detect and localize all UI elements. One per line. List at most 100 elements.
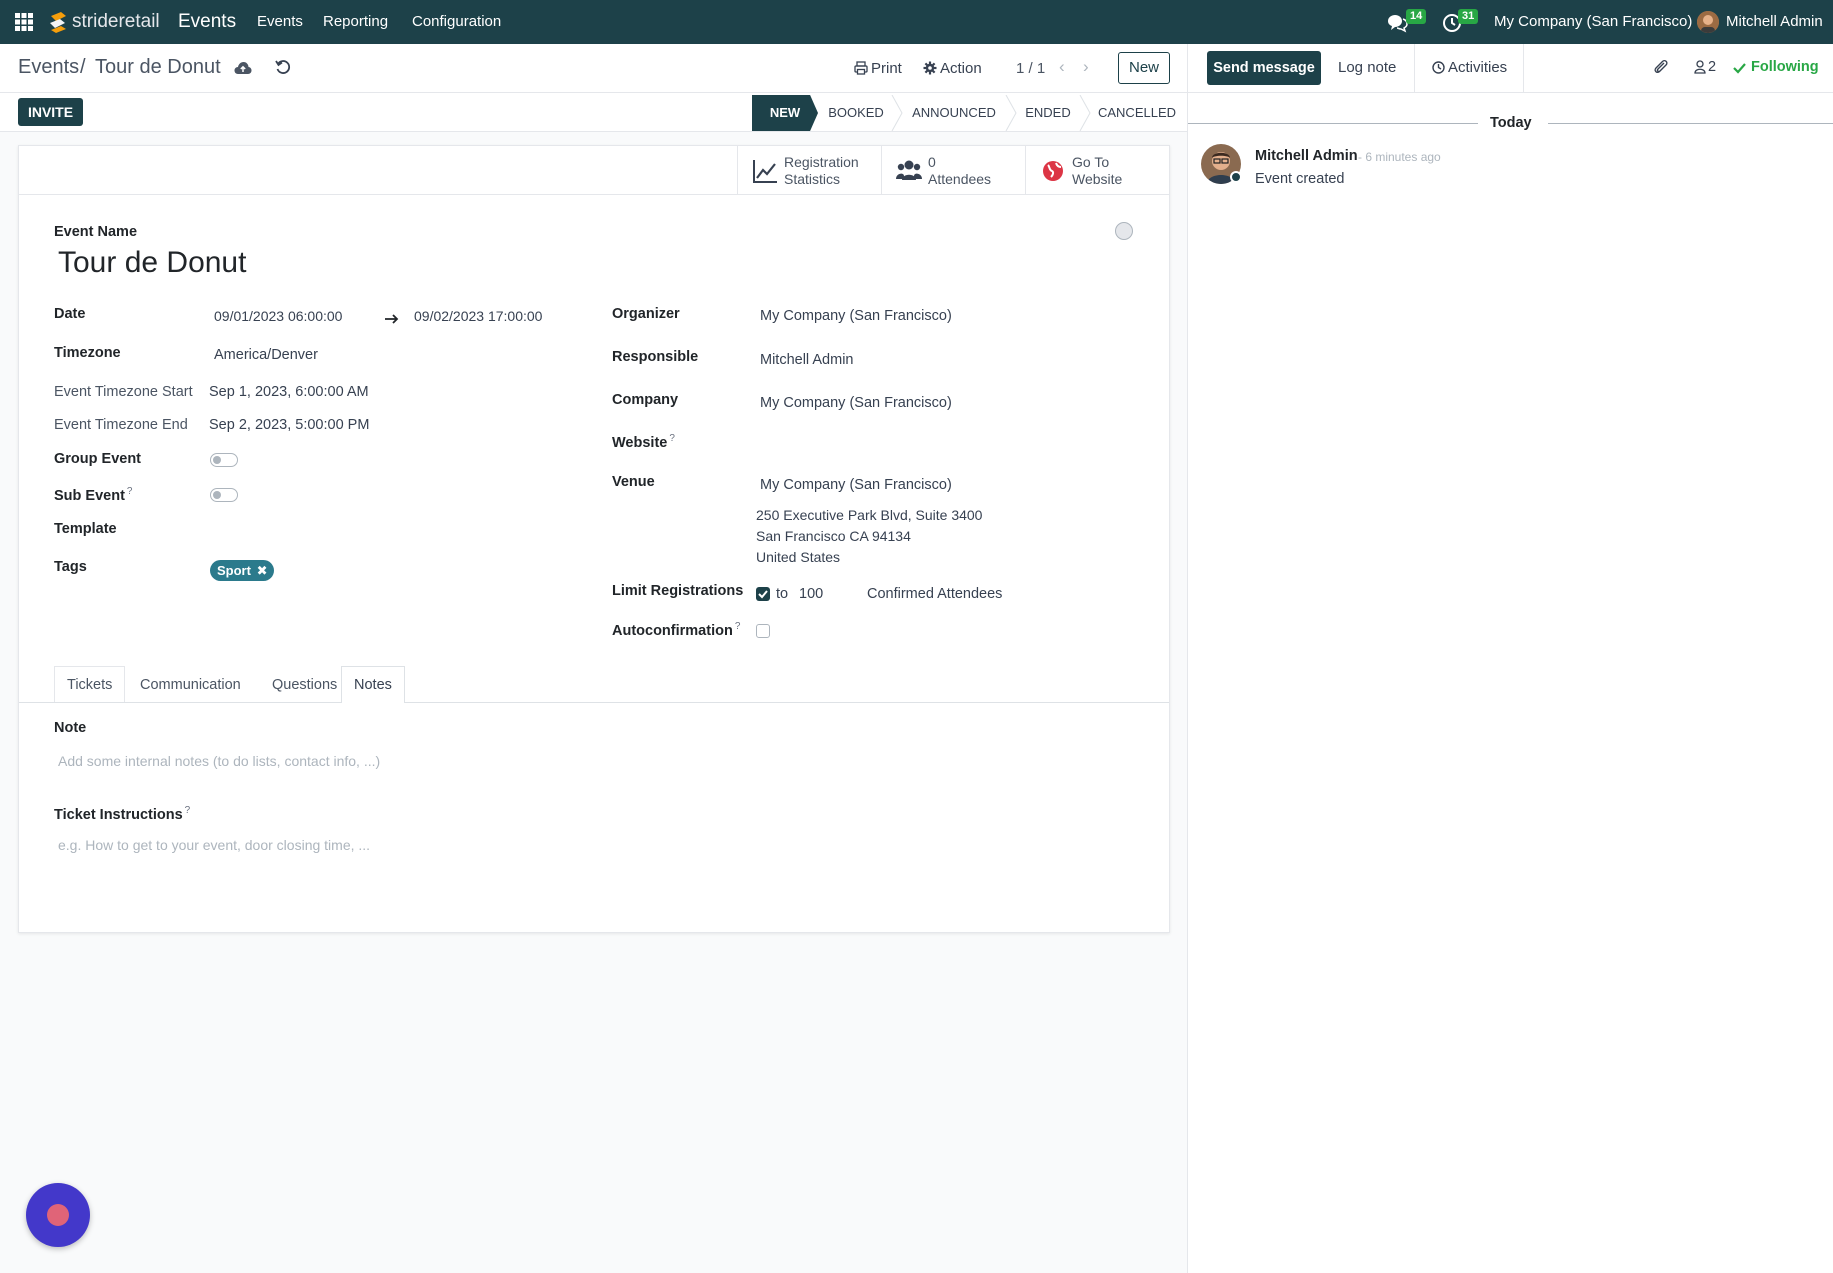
user-avatar[interactable]: [1697, 11, 1719, 33]
print-icon[interactable]: [854, 61, 868, 75]
users-icon: [896, 158, 922, 184]
breadcrumb-parent[interactable]: Events: [18, 56, 79, 79]
sub-event-toggle[interactable]: [210, 488, 238, 502]
sub-event-label: Sub Event?: [54, 486, 132, 504]
pager-next-chevron-icon[interactable]: ›: [1083, 57, 1089, 77]
form-sheet: Registration Statistics 0 Attendees Go T…: [18, 145, 1170, 933]
stats-label-1: Registration: [784, 154, 859, 170]
responsible-label: Responsible: [612, 349, 699, 365]
app-grid-icon[interactable]: [14, 12, 34, 32]
followers-count[interactable]: 2: [1708, 59, 1716, 75]
stage-new[interactable]: NEW: [752, 95, 818, 131]
tab-tickets[interactable]: Tickets: [54, 666, 126, 702]
tab-questions[interactable]: Questions: [259, 666, 350, 702]
attendees-label: Attendees: [928, 171, 992, 187]
date-divider-line: [1548, 123, 1833, 124]
responsible-input[interactable]: Mitchell Admin: [760, 352, 853, 368]
log-note-button[interactable]: Log note: [1338, 59, 1396, 76]
message-time: - 6 minutes ago: [1358, 150, 1441, 164]
activities-badge: 31: [1458, 9, 1479, 24]
venue-input[interactable]: My Company (San Francisco): [760, 477, 952, 493]
new-button[interactable]: New: [1118, 52, 1170, 84]
tab-notes[interactable]: Notes: [341, 666, 405, 703]
go-to-website-button[interactable]: Go To Website: [1025, 146, 1169, 195]
pager-value[interactable]: 1 / 1: [1016, 60, 1045, 77]
menu-configuration[interactable]: Configuration: [412, 0, 501, 44]
website-label-2: Website: [1072, 171, 1123, 187]
tags-label: Tags: [54, 559, 87, 575]
breadcrumb-separator: /: [80, 56, 86, 78]
message-body: Event created: [1255, 171, 1345, 187]
brand-logo-icon: [47, 10, 69, 34]
messages-icon[interactable]: [1386, 13, 1408, 33]
help-tooltip-icon[interactable]: ?: [185, 805, 191, 816]
date-start-input[interactable]: 09/01/2023 06:00:00: [214, 308, 342, 324]
invite-button[interactable]: INVITE: [18, 98, 83, 126]
menu-reporting[interactable]: Reporting: [323, 0, 388, 44]
menu-events[interactable]: Events: [257, 0, 303, 44]
venue-address-line: 250 Executive Park Blvd, Suite 3400: [756, 507, 983, 523]
discard-undo-icon[interactable]: [275, 59, 291, 75]
print-button[interactable]: Print: [871, 60, 902, 77]
following-button[interactable]: Following: [1751, 59, 1819, 75]
timezone-select[interactable]: America/Denver: [214, 347, 318, 363]
date-label: Date: [54, 306, 86, 322]
stage-announced[interactable]: ANNOUNCED: [902, 95, 1006, 131]
save-cloud-icon[interactable]: [234, 61, 252, 75]
stats-label-2: Statistics: [784, 171, 841, 187]
tag-badge[interactable]: Sport ✖: [210, 560, 275, 581]
event-name-input[interactable]: Tour de Donut: [58, 246, 246, 280]
tz-start-label: Event Timezone Start: [54, 384, 193, 400]
help-tooltip-icon[interactable]: ?: [735, 621, 741, 632]
gear-icon[interactable]: [923, 61, 937, 75]
top-navbar: strideretail Events Events Reporting Con…: [0, 0, 1833, 44]
website-label-1: Go To: [1072, 154, 1110, 170]
note-editor[interactable]: Add some internal notes (to do lists, co…: [58, 753, 380, 769]
group-event-toggle[interactable]: [210, 453, 238, 467]
pager-prev-chevron-icon[interactable]: ‹: [1059, 57, 1065, 77]
limit-value-input[interactable]: 100: [799, 586, 823, 602]
help-tooltip-icon[interactable]: ?: [669, 433, 675, 444]
attendees-button[interactable]: 0 Attendees: [881, 146, 1025, 195]
ticket-instructions-label: Ticket Instructions?: [54, 805, 190, 823]
check-icon: [1733, 61, 1746, 74]
ticket-instructions-editor[interactable]: e.g. How to get to your event, door clos…: [58, 837, 370, 853]
ticket-instructions-label-text: Ticket Instructions: [54, 806, 183, 823]
send-message-button[interactable]: Send message: [1207, 51, 1321, 85]
registration-statistics-button[interactable]: Registration Statistics: [737, 146, 881, 195]
control-panel-top: Events / Tour de Donut Print Action 1 / …: [0, 44, 1187, 93]
chatter-panel: Send message Log note Activities 2 Follo…: [1187, 44, 1833, 1273]
line-chart-icon: [752, 158, 778, 184]
organizer-input[interactable]: My Company (San Francisco): [760, 308, 952, 324]
message-author[interactable]: Mitchell Admin: [1255, 148, 1358, 164]
app-name[interactable]: Events: [178, 0, 236, 44]
assistant-launcher-button[interactable]: [26, 1183, 90, 1247]
tab-communication[interactable]: Communication: [127, 666, 254, 702]
tag-remove-icon[interactable]: ✖: [257, 563, 268, 578]
company-input[interactable]: My Company (San Francisco): [760, 395, 952, 411]
action-button[interactable]: Action: [940, 60, 982, 77]
organizer-label: Organizer: [612, 306, 680, 322]
control-panel: Events / Tour de Donut Print Action 1 / …: [0, 44, 1187, 132]
stage-separator: [1079, 95, 1091, 131]
user-menu[interactable]: Mitchell Admin: [1726, 0, 1823, 44]
followers-user-icon[interactable]: [1694, 60, 1706, 74]
kanban-state-circle[interactable]: [1115, 222, 1133, 240]
sub-event-label-text: Sub Event: [54, 487, 125, 504]
autoconfirmation-checkbox[interactable]: [756, 624, 770, 638]
activities-button[interactable]: Activities: [1448, 59, 1507, 76]
paperclip-icon[interactable]: [1653, 58, 1669, 76]
stage-cancelled[interactable]: CANCELLED: [1092, 95, 1182, 131]
date-end-input[interactable]: 09/02/2023 17:00:00: [414, 308, 542, 324]
help-tooltip-icon[interactable]: ?: [127, 486, 133, 497]
stage-ended[interactable]: ENDED: [1017, 95, 1079, 131]
date-divider-line: [1188, 123, 1478, 124]
stage-booked[interactable]: BOOKED: [820, 95, 892, 131]
limit-unit-text: Confirmed Attendees: [867, 586, 1003, 602]
tz-end-value: Sep 2, 2023, 5:00:00 PM: [209, 417, 370, 433]
company-switcher[interactable]: My Company (San Francisco): [1494, 0, 1692, 44]
limit-registrations-checkbox[interactable]: [756, 587, 770, 601]
globe-icon: [1040, 158, 1066, 184]
chatter-divider: [1523, 44, 1524, 93]
timezone-label: Timezone: [54, 345, 121, 361]
